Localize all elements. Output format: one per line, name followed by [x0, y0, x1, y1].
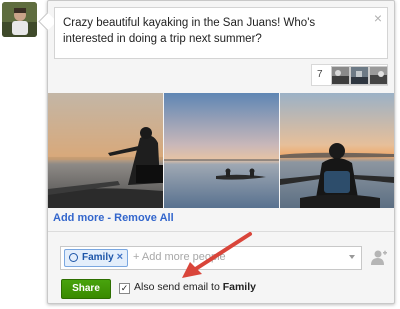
red-arrow-icon — [182, 232, 252, 278]
photo-links: Add more - Remove All — [53, 212, 174, 224]
remove-chip-icon[interactable]: × — [117, 251, 123, 263]
post-text-area[interactable]: Crazy beautiful kayaking in the San Juan… — [54, 7, 388, 59]
photo-paddler-back[interactable] — [280, 93, 394, 208]
photo-count: 7 — [317, 69, 323, 80]
photo-thumbnail[interactable] — [350, 66, 369, 85]
share-button[interactable]: Share — [61, 279, 111, 299]
photo-thumbnail[interactable] — [331, 66, 350, 85]
chevron-down-icon[interactable] — [349, 255, 355, 259]
audience-chip-family[interactable]: Family × — [64, 249, 128, 267]
add-person-icon[interactable] — [370, 249, 388, 267]
photo-thumbnail[interactable] — [369, 66, 388, 85]
remove-all-link[interactable]: Remove All — [114, 212, 174, 224]
circle-icon — [69, 253, 78, 262]
email-checkbox[interactable]: ✓ — [119, 283, 130, 294]
email-label-target: Family — [222, 281, 256, 293]
add-more-link[interactable]: Add more — [53, 212, 104, 224]
photo-count-strip: 7 — [311, 64, 388, 86]
link-separator: - — [104, 212, 115, 224]
photo-kayaker-pointing[interactable] — [48, 93, 163, 208]
post-text: Crazy beautiful kayaking in the San Juan… — [63, 17, 316, 45]
avatar — [2, 2, 37, 37]
close-icon[interactable]: × — [374, 10, 382, 26]
photo-kayakers-sunset[interactable] — [164, 93, 279, 208]
share-box: Crazy beautiful kayaking in the San Juan… — [38, 0, 395, 304]
email-checkbox-label: Also send email to Family — [134, 281, 256, 293]
audience-chip-label: Family — [82, 252, 114, 263]
photo-strip — [48, 93, 394, 208]
email-label-prefix: Also send email to — [134, 281, 223, 293]
